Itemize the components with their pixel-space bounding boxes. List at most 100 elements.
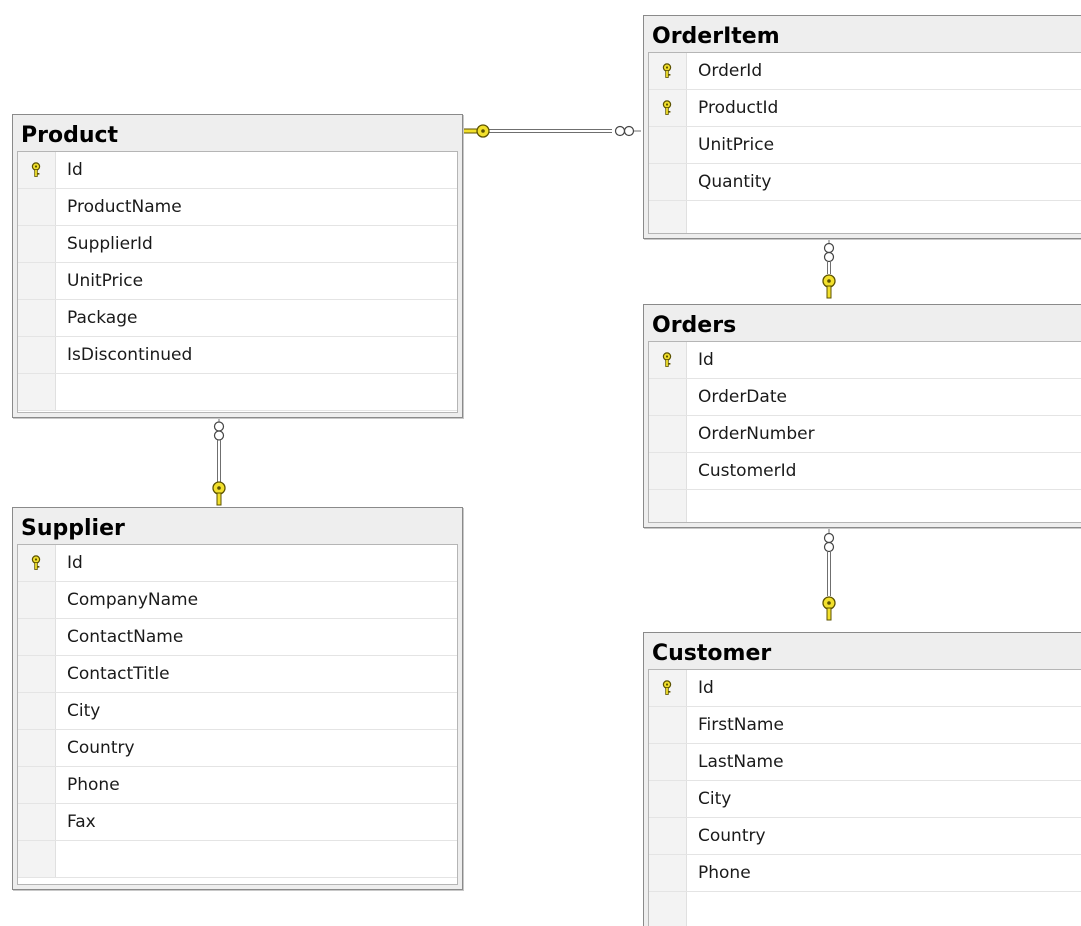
column-name: Country xyxy=(698,826,766,846)
row-selector[interactable] xyxy=(649,201,687,233)
column-row[interactable]: Id xyxy=(649,342,1081,379)
table-supplier[interactable]: Supplier Id CompanyName ContactName Contact… xyxy=(12,507,463,890)
row-selector[interactable] xyxy=(649,490,687,522)
column-row[interactable]: OrderDate xyxy=(649,379,1081,416)
row-selector[interactable] xyxy=(649,416,687,452)
column-name: OrderNumber xyxy=(698,424,815,444)
empty-row[interactable] xyxy=(18,374,457,411)
column-row[interactable]: Package xyxy=(18,300,457,337)
row-selector[interactable] xyxy=(18,804,56,840)
column-list: Id CompanyName ContactName ContactTitle City… xyxy=(17,544,458,885)
column-row[interactable]: Id xyxy=(18,152,457,189)
column-name: UnitPrice xyxy=(698,135,775,155)
column-row[interactable]: OrderNumber xyxy=(649,416,1081,453)
column-row[interactable]: ProductId xyxy=(649,90,1081,127)
infinity-icon xyxy=(823,238,835,263)
row-selector[interactable] xyxy=(649,127,687,163)
column-row[interactable]: Phone xyxy=(649,855,1081,892)
column-name: Id xyxy=(698,678,714,698)
column-row[interactable]: Fax xyxy=(18,804,457,841)
column-name: Id xyxy=(67,553,83,573)
column-row[interactable]: SupplierId xyxy=(18,226,457,263)
row-selector[interactable] xyxy=(649,781,687,817)
row-selector[interactable] xyxy=(18,730,56,766)
primary-key-icon xyxy=(661,352,673,368)
column-name: CustomerId xyxy=(698,461,797,481)
relationship-product-orderitem[interactable] xyxy=(462,124,641,138)
row-selector[interactable] xyxy=(649,744,687,780)
row-selector[interactable] xyxy=(18,619,56,655)
primary-key-icon xyxy=(30,162,42,178)
row-selector[interactable] xyxy=(18,693,56,729)
column-row[interactable]: IsDiscontinued xyxy=(18,337,457,374)
row-selector[interactable] xyxy=(18,841,56,877)
column-list: Id FirstName LastName City Country Phone xyxy=(648,669,1081,926)
column-row[interactable]: Quantity xyxy=(649,164,1081,201)
one-end-key-icon xyxy=(212,481,226,506)
relationship-supplier-product[interactable] xyxy=(212,417,226,506)
column-name: ProductId xyxy=(698,98,779,118)
row-selector[interactable] xyxy=(18,767,56,803)
column-row[interactable]: Id xyxy=(649,670,1081,707)
row-selector[interactable] xyxy=(649,164,687,200)
column-row[interactable]: UnitPrice xyxy=(649,127,1081,164)
row-selector[interactable] xyxy=(18,656,56,692)
row-selector[interactable] xyxy=(18,152,56,188)
column-row[interactable]: Country xyxy=(649,818,1081,855)
column-row[interactable]: UnitPrice xyxy=(18,263,457,300)
column-row[interactable]: CompanyName xyxy=(18,582,457,619)
column-row[interactable]: City xyxy=(18,693,457,730)
column-row[interactable]: ProductName xyxy=(18,189,457,226)
table-orders[interactable]: Orders Id OrderDate OrderNumber CustomerId xyxy=(643,304,1081,528)
empty-row[interactable] xyxy=(649,892,1081,926)
one-end-key-icon xyxy=(822,274,836,299)
table-customer[interactable]: Customer Id FirstName LastName City Country P… xyxy=(643,632,1081,926)
column-name: UnitPrice xyxy=(67,271,144,291)
row-selector[interactable] xyxy=(649,342,687,378)
table-title[interactable]: Orders xyxy=(644,305,1081,341)
empty-row[interactable] xyxy=(649,201,1081,233)
row-selector[interactable] xyxy=(649,818,687,854)
row-selector[interactable] xyxy=(649,53,687,89)
relationship-orders-orderitem[interactable] xyxy=(822,238,836,299)
row-selector[interactable] xyxy=(649,90,687,126)
empty-row[interactable] xyxy=(649,490,1081,522)
column-row[interactable]: ContactName xyxy=(18,619,457,656)
column-row[interactable]: FirstName xyxy=(649,707,1081,744)
row-selector[interactable] xyxy=(649,379,687,415)
column-row[interactable]: CustomerId xyxy=(649,453,1081,490)
column-row[interactable]: Id xyxy=(18,545,457,582)
row-selector[interactable] xyxy=(649,892,687,926)
table-title[interactable]: OrderItem xyxy=(644,16,1081,52)
column-row[interactable]: City xyxy=(649,781,1081,818)
primary-key-icon xyxy=(661,680,673,696)
row-selector[interactable] xyxy=(18,337,56,373)
row-selector[interactable] xyxy=(18,545,56,581)
empty-row[interactable] xyxy=(18,841,457,878)
row-selector[interactable] xyxy=(649,453,687,489)
row-selector[interactable] xyxy=(18,263,56,299)
row-selector[interactable] xyxy=(18,226,56,262)
column-row[interactable]: ContactTitle xyxy=(18,656,457,693)
column-row[interactable]: Country xyxy=(18,730,457,767)
column-row[interactable]: Phone xyxy=(18,767,457,804)
row-selector[interactable] xyxy=(649,855,687,891)
table-product[interactable]: Product Id ProductName SupplierId UnitPrice… xyxy=(12,114,463,418)
row-selector[interactable] xyxy=(649,707,687,743)
column-row[interactable]: LastName xyxy=(649,744,1081,781)
column-name: Phone xyxy=(67,775,120,795)
table-orderitem[interactable]: OrderItem OrderId ProductId UnitPrice Quant… xyxy=(643,15,1081,239)
table-title[interactable]: Product xyxy=(13,115,462,151)
column-list: OrderId ProductId UnitPrice Quantity xyxy=(648,52,1081,234)
table-title[interactable]: Customer xyxy=(644,633,1081,669)
row-selector[interactable] xyxy=(18,374,56,410)
table-title[interactable]: Supplier xyxy=(13,508,462,544)
row-selector[interactable] xyxy=(649,670,687,706)
row-selector[interactable] xyxy=(18,300,56,336)
column-name: Phone xyxy=(698,863,751,883)
relationship-customer-orders[interactable] xyxy=(822,528,836,621)
column-row[interactable]: OrderId xyxy=(649,53,1081,90)
column-name: ContactTitle xyxy=(67,664,170,684)
row-selector[interactable] xyxy=(18,582,56,618)
row-selector[interactable] xyxy=(18,189,56,225)
